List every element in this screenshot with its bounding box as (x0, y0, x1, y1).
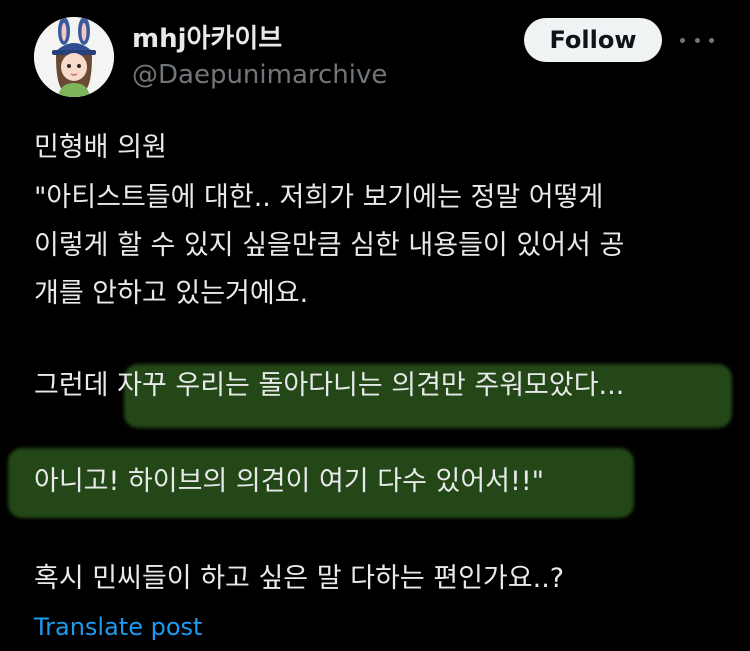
more-dot (680, 37, 685, 43)
more-dot (694, 37, 700, 43)
more-horizontal-icon[interactable] (680, 28, 714, 52)
post-text-highlighted: 자꾸 우리는 돌아다니는 의견만 주워모았다... (117, 370, 625, 401)
post-text-line: 이렇게 할 수 있지 싶을만큼 심한 내용들이 있어서 공 (34, 230, 625, 261)
user-handle[interactable]: @Daepunimarchive (132, 60, 387, 90)
post-text-line: "아티스트들에 대한.. 저희가 보기에는 정말 어떻게 (34, 182, 604, 213)
avatar-image (34, 17, 114, 97)
post-text-line: 아니고! 하이브의 의견이 여기 다수 있어서!!" (34, 466, 545, 497)
avatar[interactable] (34, 17, 114, 97)
post-text-line: 그런데 자꾸 우리는 돌아다니는 의견만 주워모았다... (34, 368, 624, 404)
follow-button[interactable]: Follow (524, 18, 662, 62)
post-text-line: 개를 안하고 있는거에요. (34, 278, 309, 309)
post-text-prefix: 그런데 (34, 370, 118, 401)
display-name[interactable]: mhj아카이브 (132, 18, 282, 55)
translate-post-link[interactable]: Translate post (34, 610, 202, 644)
post-text-line: 혹시 민씨들이 하고 싶은 말 다하는 편인가요..? (34, 563, 565, 594)
more-dot (709, 37, 714, 43)
post-text-line: 민형배 의원 (34, 132, 167, 163)
